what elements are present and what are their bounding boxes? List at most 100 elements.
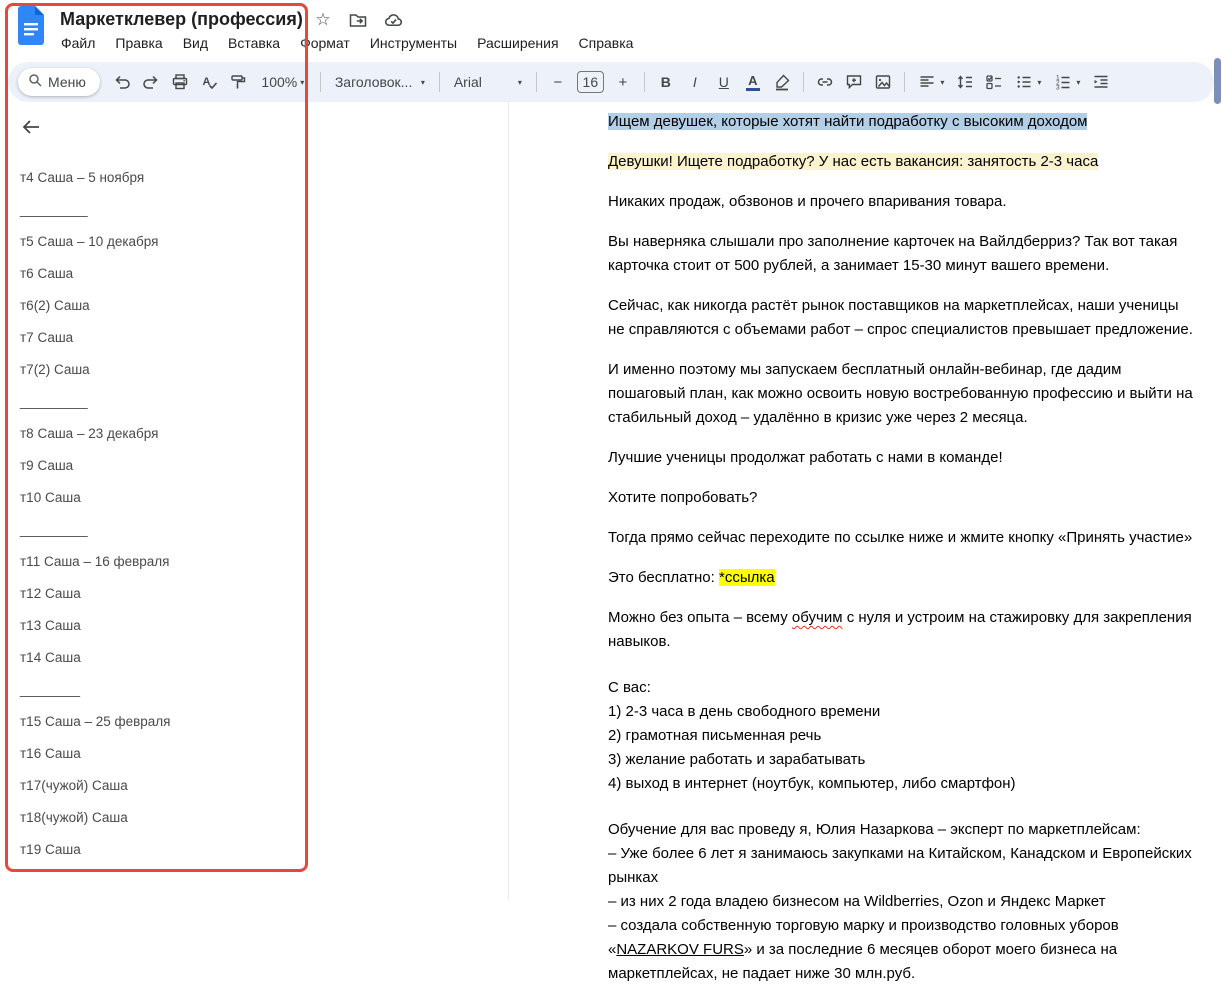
italic-button[interactable]: I <box>682 69 708 95</box>
doc-text-segment: NAZARKOV FURS <box>616 941 744 958</box>
outline-item[interactable]: т11 Саша – 16 февраля <box>0 545 300 577</box>
close-outline-arrow-icon[interactable] <box>20 116 42 143</box>
increase-font-size-button[interactable]: + <box>610 69 636 95</box>
search-menu-label: Меню <box>48 74 86 90</box>
bulleted-list-select[interactable]: ▾ <box>1010 69 1046 95</box>
redo-icon[interactable] <box>138 69 164 95</box>
checklist-icon[interactable] <box>981 69 1007 95</box>
menu-item[interactable]: Справка <box>572 32 641 54</box>
doc-paragraph: Сейчас, как никогда растёт рынок поставщ… <box>608 294 1196 342</box>
outline-item[interactable]: т8 Саша – 23 декабря <box>0 417 300 449</box>
outline-item[interactable]: т10 Саша <box>0 481 300 513</box>
outline-item[interactable]: т6 Саша <box>0 257 300 289</box>
toolbar-divider <box>319 72 321 92</box>
doc-text-segment: Хотите попробовать? <box>608 489 758 506</box>
spellcheck-icon[interactable]: A <box>196 69 222 95</box>
outline-item[interactable]: т17(чужой) Саша <box>0 769 300 801</box>
title-actions: ☆ <box>312 9 404 31</box>
zoom-value: 100% <box>261 74 298 90</box>
decrease-indent-icon[interactable] <box>1088 69 1114 95</box>
insert-image-icon[interactable] <box>870 69 896 95</box>
highlight-color-icon[interactable] <box>769 69 795 95</box>
menu-item[interactable]: Файл <box>54 32 102 54</box>
document-text-area[interactable]: Ищем девушек, которые хотят найти подраб… <box>608 110 1196 1002</box>
toolbar-divider <box>903 72 905 92</box>
outline-item[interactable]: т7(2) Саша <box>0 353 300 385</box>
outline-item[interactable]: т6(2) Саша <box>0 289 300 321</box>
menu-item[interactable]: Вид <box>176 32 215 54</box>
outline-item[interactable]: _________ <box>0 193 300 225</box>
zoom-select[interactable]: 100% ▾ <box>254 69 312 95</box>
doc-paragraph: Девушки! Ищете подработку? У нас есть ва… <box>608 150 1196 174</box>
menu-item[interactable]: Расширения <box>470 32 565 54</box>
doc-paragraph: И именно поэтому мы запускаем бесплатный… <box>608 358 1196 430</box>
outline-item[interactable]: ________ <box>0 673 300 705</box>
document-page: Ищем девушек, которые хотят найти подраб… <box>509 102 1214 982</box>
doc-text-segment: Лучшие ученицы продолжат работать с нами… <box>608 449 1003 466</box>
doc-paragraph: Хотите попробовать? <box>608 486 1196 510</box>
doc-text-segment: Ищем девушек, которые хотят найти подраб… <box>608 113 1088 130</box>
bold-button[interactable]: B <box>653 69 679 95</box>
numbered-list-select[interactable]: 1 2 3 ▾ <box>1049 69 1085 95</box>
outline-item[interactable]: т13 Саша <box>0 609 300 641</box>
menu-item[interactable]: Инструменты <box>363 32 464 54</box>
outline-item[interactable]: т15 Саша – 25 февраля <box>0 705 300 737</box>
chevron-down-icon: ▾ <box>420 77 425 87</box>
outline-item[interactable]: т18(чужой) Саша <box>0 801 300 833</box>
doc-text-segment: Это бесплатно: <box>608 569 719 586</box>
undo-icon[interactable] <box>109 69 135 95</box>
menu-item[interactable]: Вставка <box>221 32 287 54</box>
doc-text-segment: Сейчас, как никогда растёт рынок поставщ… <box>608 297 1193 338</box>
align-select[interactable]: ▾ <box>913 69 949 95</box>
doc-text-segment: Девушки! Ищете подработку? У нас есть ва… <box>608 153 1099 170</box>
outline-item[interactable]: т16 Саша <box>0 737 300 769</box>
outline-item[interactable]: т14 Саша <box>0 641 300 673</box>
doc-text-segment: Вы наверняка слышали про заполнение карт… <box>608 233 1178 274</box>
document-title[interactable]: Маркетклевер (профессия) <box>60 9 303 30</box>
chevron-down-icon: ▾ <box>1076 77 1081 87</box>
add-comment-icon[interactable] <box>841 69 867 95</box>
svg-text:3: 3 <box>1056 85 1060 92</box>
doc-paragraph: Никаких продаж, обзвонов и прочего впари… <box>608 190 1196 214</box>
toolbar-divider <box>802 72 804 92</box>
outline-item[interactable]: т4 Саша – 5 ноября <box>0 161 300 193</box>
line-spacing-icon[interactable] <box>952 69 978 95</box>
doc-text-segment: *ссылка <box>718 569 775 586</box>
outline-item[interactable]: т9 Саша <box>0 449 300 481</box>
search-menu-button[interactable]: Меню <box>18 68 100 96</box>
paint-format-icon[interactable] <box>225 69 251 95</box>
doc-paragraph: Вы наверняка слышали про заполнение карт… <box>608 230 1196 278</box>
print-icon[interactable] <box>167 69 193 95</box>
outline-item[interactable]: _________ <box>0 513 300 545</box>
menu-item[interactable]: Правка <box>108 32 169 54</box>
font-size-input[interactable]: 16 <box>576 71 604 93</box>
chevron-down-icon: ▾ <box>517 77 522 87</box>
outline-item[interactable]: т7 Саша <box>0 321 300 353</box>
toolbar: Меню A 100% ▾ Заголовок... ▾ Arial ▾ − 1… <box>8 62 1214 102</box>
doc-paragraph: Это бесплатно: *ссылка <box>608 566 1196 590</box>
font-family-select[interactable]: Arial ▾ <box>448 69 528 95</box>
paragraph-style-select[interactable]: Заголовок... ▾ <box>329 69 431 95</box>
google-docs-logo-icon[interactable] <box>16 5 46 50</box>
scrollbar-thumb[interactable] <box>1214 58 1221 104</box>
text-color-button[interactable]: A <box>740 69 766 95</box>
chevron-down-icon: ▾ <box>1037 77 1042 87</box>
insert-link-icon[interactable] <box>812 69 838 95</box>
underline-button[interactable]: U <box>711 69 737 95</box>
document-outline: т4 Саша – 5 ноября _________ т5 Саша – 10 … <box>0 161 300 865</box>
outline-item[interactable]: _________ <box>0 385 300 417</box>
app-header: Маркетклевер (профессия) ☆ Файл Правка Вид… <box>0 0 1222 62</box>
outline-item[interactable]: т5 Саша – 10 декабря <box>0 225 300 257</box>
outline-item[interactable]: т12 Саша <box>0 577 300 609</box>
decrease-font-size-button[interactable]: − <box>545 69 571 95</box>
cloud-status-icon[interactable] <box>382 9 404 31</box>
menu-item[interactable]: Формат <box>293 32 357 54</box>
doc-paragraph: Обучение для вас проведу я, Юлия Назарко… <box>608 818 1196 986</box>
move-folder-icon[interactable] <box>347 9 369 31</box>
text-color-icon: A <box>745 74 760 91</box>
star-icon[interactable]: ☆ <box>312 9 334 31</box>
outline-item[interactable]: т19 Саша <box>0 833 300 865</box>
doc-text-segment: Тогда прямо сейчас переходите по ссылке … <box>608 529 1193 546</box>
doc-text-segment: Никаких продаж, обзвонов и прочего впари… <box>608 193 1007 210</box>
paragraph-style-value: Заголовок... <box>334 74 413 90</box>
